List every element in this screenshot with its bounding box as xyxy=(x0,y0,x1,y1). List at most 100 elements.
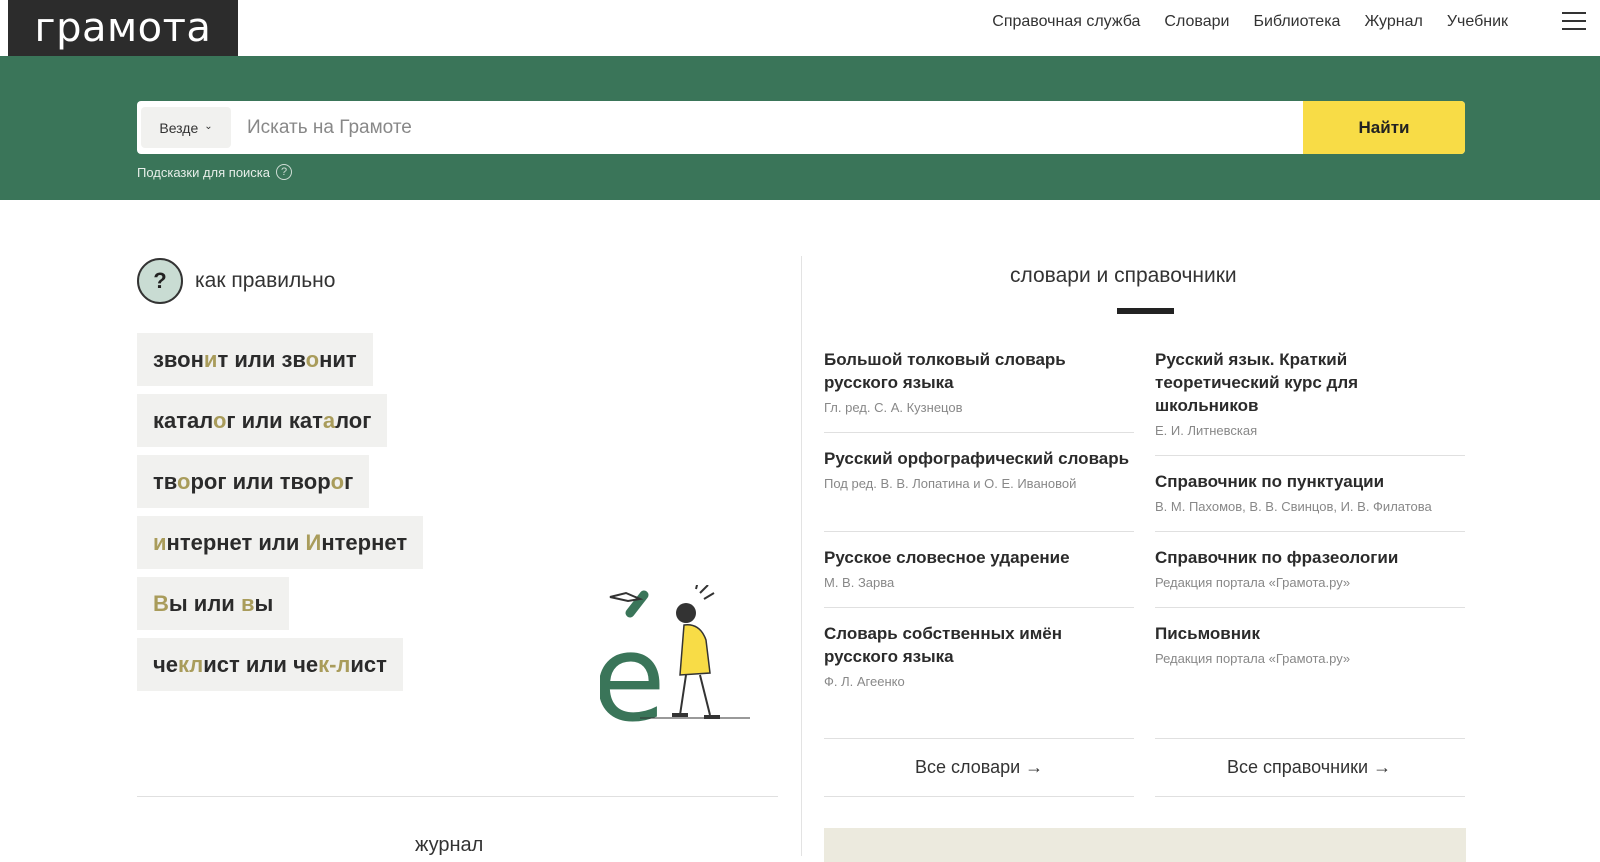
divider xyxy=(1155,455,1465,456)
reference-author: Е. И. Литневская xyxy=(1155,423,1258,438)
search-scope-select[interactable]: Везде ⌄ xyxy=(141,107,231,148)
svg-text:e: e xyxy=(600,610,666,735)
word-text: катал xyxy=(153,408,213,433)
how-correct-item[interactable]: чеклист или чек-лист xyxy=(137,638,403,691)
word-text: нит xyxy=(319,347,357,372)
word-text: ист или че xyxy=(203,652,319,677)
reference-name: Справочник по фразеологии xyxy=(1155,548,1399,567)
search-hints-label: Подсказки для поиска xyxy=(137,164,271,180)
divider xyxy=(824,432,1134,433)
search-scope-label: Везде xyxy=(159,119,199,136)
nav-library[interactable]: Библиотека xyxy=(1253,13,1340,31)
accent-letter: о xyxy=(177,469,191,494)
word-text: лог xyxy=(335,408,372,433)
journal-title: журнал xyxy=(415,834,484,856)
accent-letter: о xyxy=(305,347,320,372)
question-icon: ? xyxy=(137,258,183,304)
search-band: Везде ⌄ Найти Подсказки для поиска ? xyxy=(0,56,1600,200)
how-correct-title: как правильно xyxy=(195,269,336,292)
how-correct-list: звонит или звонит каталог или каталог твор… xyxy=(137,333,424,699)
search-hints-link[interactable]: Подсказки для поиска ? xyxy=(137,164,293,180)
divider xyxy=(824,738,1134,739)
word-text: г или кат xyxy=(226,408,323,433)
word-text: г xyxy=(344,469,354,494)
reference-author: Редакция портала «Грамота.ру» xyxy=(1155,651,1351,666)
reference-author: Редакция портала «Грамота.ру» xyxy=(1155,575,1351,590)
accent-letter: а xyxy=(322,408,336,433)
word-text: звон xyxy=(153,347,204,372)
reference-name: Справочник по пунктуации xyxy=(1155,472,1385,491)
menu-icon[interactable] xyxy=(1562,12,1588,34)
top-bar: грамота Справочная служба Словари Библио… xyxy=(0,0,1600,56)
accent-letter: о xyxy=(212,408,227,433)
word-text: ист xyxy=(350,652,387,677)
how-correct-item[interactable]: творог или творог xyxy=(137,455,370,508)
dictionary-author: Гл. ред. С. А. Кузнецов xyxy=(824,400,963,415)
reference-author: В. М. Пахомов, В. В. Свинцов, И. В. Фила… xyxy=(1155,499,1432,514)
how-correct-item[interactable]: интернет или Интернет xyxy=(137,516,424,569)
divider xyxy=(824,796,1134,797)
search-input[interactable] xyxy=(231,101,1303,154)
dictionary-author: Ф. Л. Агеенко xyxy=(824,674,905,689)
accent-letter: к-л xyxy=(318,652,351,677)
dictionary-item[interactable]: Русский орфографический словарь Под ред.… xyxy=(824,447,1134,491)
nav-journal[interactable]: Журнал xyxy=(1364,13,1422,31)
logo[interactable]: грамота xyxy=(8,0,238,56)
all-dictionaries-link[interactable]: Все словари → xyxy=(915,757,1043,778)
divider xyxy=(1155,607,1465,608)
accent-letter: и xyxy=(203,347,218,372)
word-text: тв xyxy=(153,469,178,494)
how-correct-item[interactable]: звонит или звонит xyxy=(137,333,373,386)
dictionary-item[interactable]: Словарь собственных имён русского языка … xyxy=(824,622,1134,689)
nav-dictionaries[interactable]: Словари xyxy=(1164,13,1229,31)
promo-block xyxy=(824,828,1466,862)
divider xyxy=(1155,531,1465,532)
dictionary-author: Под ред. В. В. Лопатина и О. Е. Ивановой xyxy=(824,476,1077,491)
dictionary-name: Большой толковый словарь русского языка xyxy=(824,350,1066,392)
letter-e-illustration-icon: e xyxy=(600,585,750,735)
word-text: рог или твор xyxy=(190,469,331,494)
accent-letter: И xyxy=(305,530,322,555)
divider xyxy=(1155,796,1465,797)
dictionaries-title-underline xyxy=(1117,308,1174,314)
dictionary-name: Русское словесное ударение xyxy=(824,548,1070,567)
word-text: нтернет xyxy=(321,530,408,555)
accent-letter: В xyxy=(153,591,169,616)
dictionary-name: Русский орфографический словарь xyxy=(824,449,1130,468)
how-correct-item[interactable]: Вы или вы xyxy=(137,577,290,630)
all-references-link[interactable]: Все справочники → xyxy=(1227,757,1391,778)
how-correct-item[interactable]: каталог или каталог xyxy=(137,394,388,447)
dictionary-name: Словарь собственных имён русского языка xyxy=(824,624,1063,666)
reference-item[interactable]: Справочник по фразеологии Редакция порта… xyxy=(1155,546,1465,590)
divider xyxy=(824,531,1134,532)
divider xyxy=(824,607,1134,608)
word-text: ы или xyxy=(168,591,241,616)
help-icon: ? xyxy=(276,164,293,180)
nav-reference-service[interactable]: Справочная служба xyxy=(992,13,1140,31)
reference-item[interactable]: Русский язык. Краткий теоретический курс… xyxy=(1155,348,1465,438)
reference-item[interactable]: Справочник по пунктуации В. М. Пахомов, … xyxy=(1155,470,1465,514)
search-button[interactable]: Найти xyxy=(1303,101,1465,154)
dictionary-author: М. В. Зарва xyxy=(824,575,895,590)
reference-name: Русский язык. Краткий теоретический курс… xyxy=(1155,350,1359,415)
accent-letter: кл xyxy=(178,652,204,677)
nav-textbook[interactable]: Учебник xyxy=(1447,13,1508,31)
reference-item[interactable]: Письмовник Редакция портала «Грамота.ру» xyxy=(1155,622,1465,666)
accent-letter: и xyxy=(153,530,167,555)
word-text: нтернет или xyxy=(166,530,306,555)
accent-letter: в xyxy=(240,591,255,616)
main-nav: Справочная служба Словари Библиотека Жур… xyxy=(992,0,1508,44)
column-divider xyxy=(801,256,802,856)
word-text: ы xyxy=(254,591,274,616)
search-bar: Везде ⌄ Найти xyxy=(137,101,1465,154)
left-divider xyxy=(137,796,778,797)
dictionary-item[interactable]: Русское словесное ударение М. В. Зарва xyxy=(824,546,1134,590)
dictionary-item[interactable]: Большой толковый словарь русского языка … xyxy=(824,348,1134,415)
chevron-down-icon: ⌄ xyxy=(204,121,213,132)
dictionaries-title: словари и справочники xyxy=(1010,264,1237,287)
word-text: т или зв xyxy=(217,347,306,372)
word-text: че xyxy=(153,652,179,677)
reference-name: Письмовник xyxy=(1155,624,1260,643)
accent-letter: о xyxy=(330,469,345,494)
how-correct-heading: ? как правильно xyxy=(137,258,335,304)
